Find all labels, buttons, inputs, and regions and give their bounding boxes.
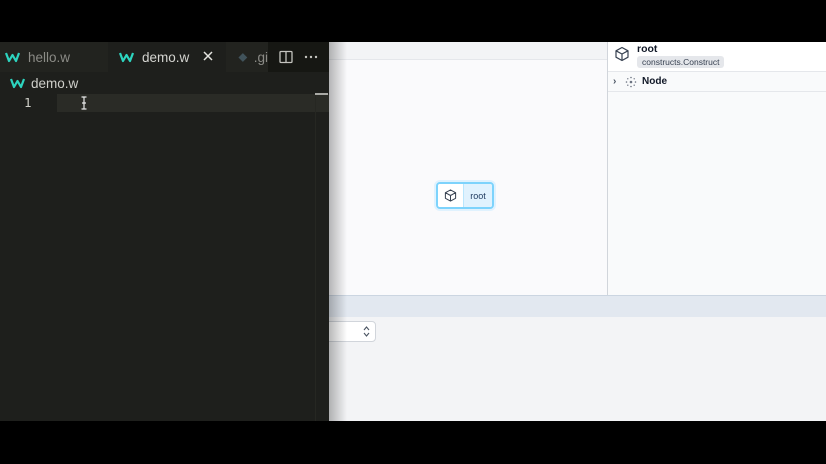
more-actions-icon[interactable] (303, 49, 319, 65)
wing-file-icon (119, 52, 134, 63)
scrollbar-marker[interactable] (315, 93, 328, 95)
tab-demo-w[interactable]: demo.w (108, 42, 226, 72)
breadcrumb[interactable]: demo.w (0, 72, 329, 94)
chevron-up-down-icon (363, 326, 370, 337)
bottom-panel (329, 317, 826, 421)
editor-tab-bar: hello.w demo.w .gi (0, 42, 329, 72)
code-editor: hello.w demo.w .gi demo.w 1 (0, 42, 329, 421)
tab-gitignore[interactable]: .gi (226, 42, 268, 72)
section-label: Node (642, 76, 667, 87)
inspector-header: root constructs.Construct (608, 42, 826, 72)
split-editor-icon[interactable] (278, 49, 294, 65)
line-number: 1 (24, 95, 32, 110)
letterbox-top (0, 0, 826, 42)
inspector-panel: root constructs.Construct › Node (607, 42, 826, 295)
editor-actions (268, 42, 329, 72)
code-line[interactable]: 1 (0, 94, 329, 112)
type-badge: constructs.Construct (637, 56, 725, 68)
minimap-edge (315, 95, 316, 421)
chevron-right-icon: › (613, 76, 617, 87)
tab-hello-w[interactable]: hello.w (0, 42, 108, 72)
tab-label: .gi (253, 49, 268, 65)
bottom-panel-header[interactable] (329, 295, 826, 317)
app-header (329, 42, 607, 60)
node-icon-box (438, 184, 464, 207)
text-cursor-icon (81, 96, 87, 110)
wing-console: root root constructs.Construct › Node (329, 42, 826, 421)
log-level-select[interactable] (329, 321, 376, 342)
breadcrumb-label: demo.w (31, 75, 79, 91)
wing-file-icon (10, 78, 25, 89)
git-file-icon (238, 52, 248, 62)
current-line-highlight (57, 94, 329, 112)
letterbox-bottom (0, 421, 826, 464)
node-label: root (464, 184, 492, 207)
cube-icon (615, 46, 629, 62)
wing-file-icon (5, 52, 20, 63)
cube-icon (444, 189, 457, 202)
inspector-section-node[interactable]: › Node (608, 72, 826, 92)
node-dots-icon (625, 76, 637, 87)
close-icon[interactable] (201, 49, 215, 63)
inspector-title: root (637, 43, 658, 55)
graph-canvas[interactable]: root (329, 60, 607, 295)
tab-label: hello.w (28, 49, 71, 65)
construct-node-root[interactable]: root (436, 182, 494, 209)
tab-label: demo.w (142, 49, 190, 65)
